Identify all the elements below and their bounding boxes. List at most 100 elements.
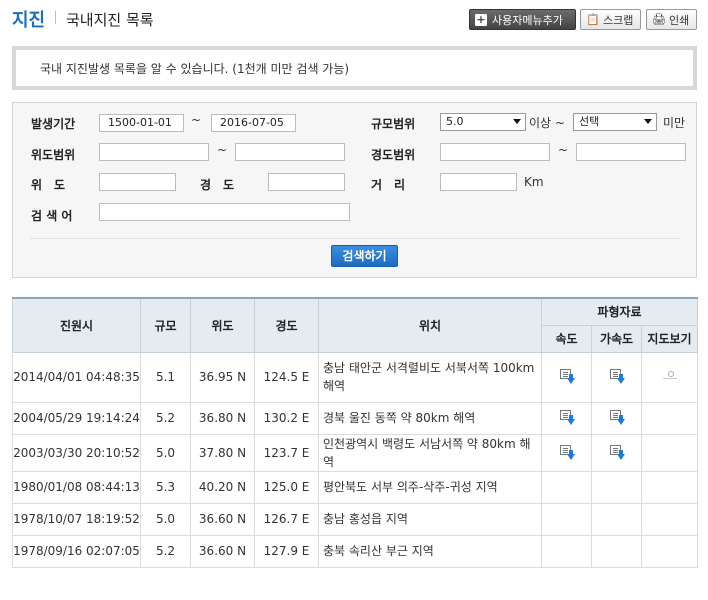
magnitude-cell: 5.1 — [140, 351, 191, 403]
magnitude-min-value: 5.0 — [446, 115, 464, 128]
header-map: 지도보기 — [640, 324, 699, 353]
lat-range-from-input[interactable] — [99, 143, 209, 161]
header-latitude: 위도 — [190, 297, 255, 353]
location-cell: 충남 홍성읍 지역 — [318, 502, 542, 536]
acceleration-cell — [591, 502, 642, 536]
magnitude-cell: 5.2 — [140, 534, 191, 568]
acceleration-cell — [591, 534, 642, 568]
distance-label: 거 리 — [371, 178, 406, 192]
page-header: 지진 국내지진 목록 + 사용자메뉴추가 📋 스크랩 🖨 인쇄 — [0, 0, 708, 40]
add-user-menu-label: 사용자메뉴추가 — [492, 13, 563, 27]
header-longitude: 경도 — [254, 297, 319, 353]
map-cell — [640, 470, 699, 504]
acceleration-download-icon[interactable] — [609, 444, 625, 460]
magnitude-cell: 5.0 — [140, 502, 191, 536]
date-from-input[interactable]: 1500-01-01 — [99, 114, 184, 132]
acceleration-cell — [591, 401, 642, 435]
info-text: 국내 지진발생 목록을 알 수 있습니다. (1천개 미만 검색 가능) — [40, 62, 350, 76]
velocity-cell — [541, 433, 592, 472]
magnitude-cell: 5.2 — [140, 401, 191, 435]
printer-icon: 🖨 — [652, 12, 666, 26]
header-acceleration: 가속도 — [591, 324, 642, 353]
map-cell — [640, 433, 699, 472]
longitude-cell: 123.7 E — [254, 433, 319, 472]
distance-input[interactable] — [440, 173, 517, 191]
latitude-cell: 36.95 N — [190, 351, 255, 403]
magnitude-under-text: 미만 — [663, 116, 686, 130]
acceleration-cell — [591, 470, 642, 504]
velocity-download-icon[interactable] — [559, 410, 575, 425]
time-cell: 1980/01/08 08:44:13 — [12, 470, 141, 504]
lon-range-from-input[interactable] — [440, 143, 550, 161]
table-row[interactable]: 1978/09/16 02:07:05 5.2 36.60 N 127.9 E 충북 속… — [12, 534, 699, 568]
magnitude-cell: 5.3 — [140, 470, 191, 504]
lat-range-tilde: ~ — [217, 143, 228, 157]
table-row[interactable]: 2004/05/29 19:14:24 5.2 36.80 N 130.2 E 경북 울… — [12, 401, 699, 435]
magnitude-min-select[interactable]: 5.0 — [440, 113, 526, 131]
header-velocity: 속도 — [541, 324, 592, 353]
header-magnitude: 규모 — [140, 297, 191, 353]
keyword-label: 검 색 어 — [31, 209, 73, 223]
longitude-cell: 125.0 E — [254, 470, 319, 504]
page-title: 지진 — [12, 10, 46, 31]
earthquake-table: 진원시 규모 위도 경도 위치 파형자료 속도 가속도 지도보기 2014/04… — [12, 297, 699, 568]
lon-range-tilde: ~ — [558, 143, 569, 157]
print-button[interactable]: 🖨 인쇄 — [646, 9, 697, 30]
period-label: 발생기간 — [31, 117, 76, 131]
velocity-cell — [541, 534, 592, 568]
form-divider — [31, 238, 679, 239]
time-cell: 2004/05/29 19:14:24 — [12, 401, 141, 435]
title-divider — [55, 11, 56, 24]
distance-unit: Km — [524, 175, 544, 189]
map-cell — [640, 351, 699, 403]
velocity-download-icon[interactable] — [559, 444, 575, 460]
header-time: 진원시 — [12, 297, 141, 353]
location-cell: 충북 속리산 부근 지역 — [318, 534, 542, 568]
add-user-menu-button[interactable]: + 사용자메뉴추가 — [469, 9, 576, 30]
search-button[interactable]: 검색하기 — [331, 245, 398, 267]
lon-input[interactable] — [268, 173, 345, 191]
velocity-cell — [541, 502, 592, 536]
chevron-down-icon — [513, 119, 521, 124]
date-to-input[interactable]: 2016-07-05 — [211, 114, 296, 132]
acceleration-download-icon[interactable] — [609, 369, 625, 384]
lat-range-label: 위도범위 — [31, 148, 76, 162]
magnitude-max-value: 선택 — [579, 115, 600, 128]
longitude-cell: 126.7 E — [254, 502, 319, 536]
lon-range-to-input[interactable] — [576, 143, 686, 161]
lat-input[interactable] — [99, 173, 176, 191]
location-cell: 인천광역시 백령도 서남서쪽 약 80km 해역 — [318, 433, 542, 472]
table-row[interactable]: 1980/01/08 08:44:13 5.3 40.20 N 125.0 E 평안북도… — [12, 470, 699, 504]
table-body: 2014/04/01 04:48:35 5.1 36.95 N 124.5 E 충남 태… — [12, 351, 699, 568]
latitude-cell: 36.80 N — [190, 401, 255, 435]
acceleration-cell — [591, 433, 642, 472]
location-cell: 평안북도 서부 의주-삭주-귀성 지역 — [318, 470, 542, 504]
magnitude-max-select[interactable]: 선택 — [573, 113, 657, 131]
latitude-cell: 36.60 N — [190, 534, 255, 568]
magnitude-over-text: 이상 ~ — [529, 116, 565, 130]
print-label: 인쇄 — [669, 13, 690, 27]
lat-range-to-input[interactable] — [235, 143, 345, 161]
location-cell: 경북 울진 동쪽 약 80km 해역 — [318, 401, 542, 435]
longitude-cell: 127.9 E — [254, 534, 319, 568]
table-row[interactable]: 2003/03/30 20:10:52 5.0 37.80 N 123.7 E 인천광역… — [12, 433, 699, 472]
latitude-cell: 40.20 N — [190, 470, 255, 504]
time-cell: 2014/04/01 04:48:35 — [12, 351, 141, 403]
page-subtitle: 국내지진 목록 — [66, 11, 154, 29]
map-view-icon[interactable] — [662, 371, 678, 381]
keyword-input[interactable] — [99, 203, 350, 221]
map-cell — [640, 502, 699, 536]
velocity-download-icon[interactable] — [559, 369, 575, 384]
lat-label: 위 도 — [31, 178, 66, 192]
table-row[interactable]: 2014/04/01 04:48:35 5.1 36.95 N 124.5 E 충남 태… — [12, 351, 699, 403]
scrap-button[interactable]: 📋 스크랩 — [580, 9, 641, 30]
header-location: 위치 — [318, 297, 542, 353]
table-row[interactable]: 1978/10/07 18:19:52 5.0 36.60 N 126.7 E 충남 홍… — [12, 502, 699, 536]
lon-range-label: 경도범위 — [371, 148, 416, 162]
magnitude-label: 규모범위 — [371, 117, 416, 131]
map-cell — [640, 534, 699, 568]
acceleration-download-icon[interactable] — [609, 410, 625, 425]
clipboard-icon: 📋 — [586, 12, 600, 26]
search-form: 발생기간 1500-01-01 ~ 2016-07-05 규모범위 5.0 이상… — [12, 102, 697, 278]
longitude-cell: 124.5 E — [254, 351, 319, 403]
